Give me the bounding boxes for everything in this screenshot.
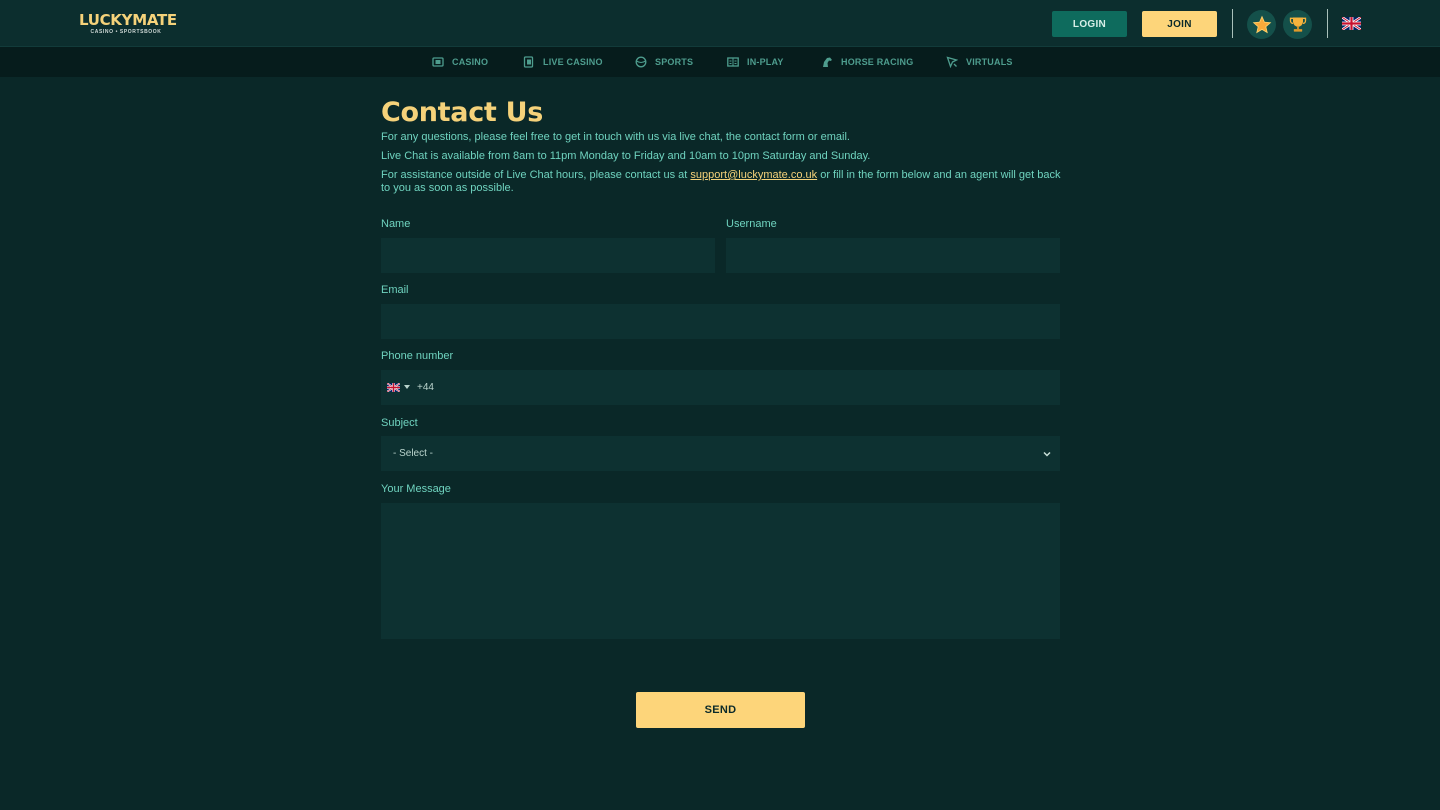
username-label: Username: [726, 218, 777, 230]
uk-flag-icon[interactable]: [1342, 17, 1361, 30]
join-button[interactable]: JOIN: [1142, 11, 1217, 37]
email-label: Email: [381, 284, 409, 296]
subject-selected-value: - Select -: [393, 448, 434, 459]
luckymate-logo[interactable]: LUCKYMATE CASINO • SPORTSBOOK: [79, 11, 177, 36]
subject-select[interactable]: [381, 436, 1060, 471]
nav-label: LIVE CASINO: [543, 57, 603, 67]
uk-flag-icon: [387, 382, 400, 392]
nav-label: CASINO: [452, 57, 489, 67]
nav-item-horse-racing[interactable]: HORSE RACING: [821, 47, 913, 77]
nav-label: HORSE RACING: [841, 57, 914, 67]
login-button[interactable]: LOGIN: [1052, 11, 1127, 37]
name-label: Name: [381, 218, 411, 230]
phone-input[interactable]: [381, 370, 1060, 405]
message-textarea[interactable]: [381, 503, 1060, 639]
site-header: LUCKYMATE CASINO • SPORTSBOOK LOGIN JOIN: [0, 0, 1440, 47]
virtuals-icon: [946, 56, 958, 68]
logo-mate: MATE: [132, 11, 177, 29]
cards-icon: [523, 56, 534, 68]
star-icon[interactable]: [1247, 10, 1276, 39]
logo-wordmark: LUCKYMATE: [79, 11, 177, 29]
email-input[interactable]: [381, 304, 1060, 339]
ball-icon: [635, 56, 647, 68]
intro-text-2: Live Chat is available from 8am to 11pm …: [381, 150, 871, 162]
horse-icon: [823, 57, 832, 67]
nav-label: VIRTUALS: [966, 57, 1013, 67]
logo-tagline: CASINO • SPORTSBOOK: [90, 29, 162, 35]
nav-item-in-play[interactable]: IN-PLAY: [727, 47, 784, 77]
trophy-icon[interactable]: [1283, 10, 1312, 39]
nav-label: IN-PLAY: [747, 57, 784, 67]
casino-chip-icon: [432, 57, 444, 67]
phone-label: Phone number: [381, 350, 454, 362]
intro-text-1: For any questions, please feel free to g…: [381, 131, 850, 143]
header-divider: [1232, 9, 1233, 38]
main-nav: CASINO LIVE CASINO SPORTS IN-PLAY HORSE …: [0, 47, 1440, 77]
phone-country-selector[interactable]: +44: [387, 381, 434, 393]
username-input[interactable]: [726, 238, 1060, 273]
page-title: Contact Us: [381, 97, 544, 128]
nav-item-casino[interactable]: CASINO: [432, 47, 488, 77]
name-input[interactable]: [381, 238, 715, 273]
phone-prefix-value: +44: [417, 381, 434, 393]
caret-down-icon: [404, 385, 410, 389]
nav-item-virtuals[interactable]: VIRTUALS: [946, 47, 1013, 77]
nav-label: SPORTS: [655, 57, 694, 67]
intro-text-3-start: For assistance outside of Live Chat hour…: [381, 169, 691, 181]
subject-label: Subject: [381, 417, 418, 429]
nav-item-sports[interactable]: SPORTS: [635, 47, 693, 77]
header-divider: [1327, 9, 1328, 38]
intro-text-3: For assistance outside of Live Chat hour…: [381, 169, 1061, 195]
message-label: Your Message: [381, 483, 451, 495]
nav-item-live-casino[interactable]: LIVE CASINO: [523, 47, 603, 77]
scoreboard-icon: [727, 57, 739, 67]
send-button[interactable]: SEND: [636, 692, 805, 728]
chevron-down-icon: [1043, 451, 1051, 457]
logo-lucky: LUCKY: [79, 11, 133, 29]
support-email-link[interactable]: support@luckymate.co.uk: [690, 169, 817, 181]
